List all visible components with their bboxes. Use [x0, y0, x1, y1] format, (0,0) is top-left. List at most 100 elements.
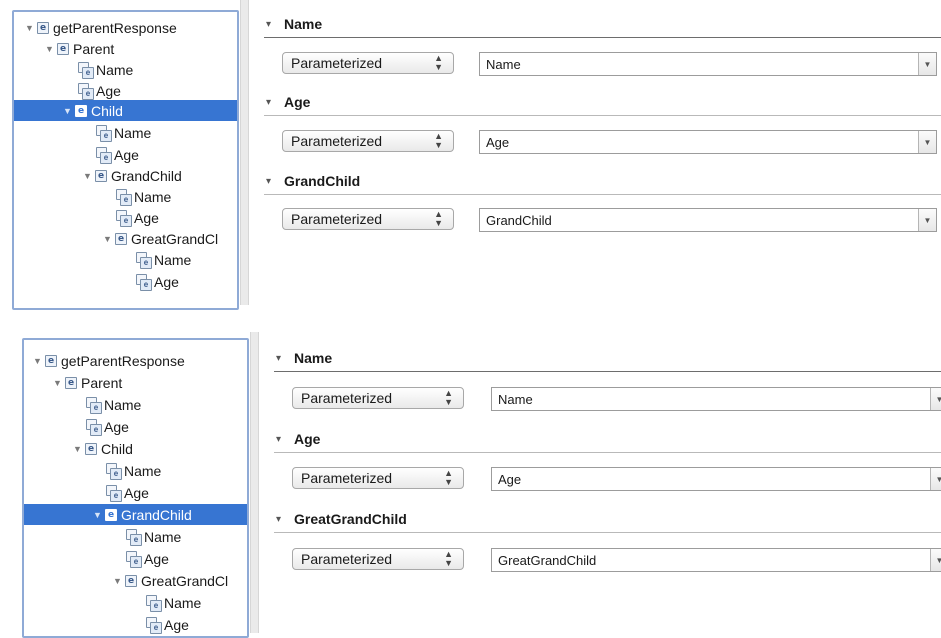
section-header-age[interactable]: ▾ Age: [266, 91, 310, 113]
section-title: Name: [284, 16, 323, 32]
element-icon: e: [65, 376, 77, 389]
tree-node-attribute[interactable]: Name: [24, 394, 247, 415]
disclosure-triangle-icon[interactable]: ▼: [52, 378, 63, 388]
split-pane-divider[interactable]: [240, 0, 249, 305]
tree-node-attribute[interactable]: Name: [14, 186, 237, 207]
tree-node-attribute[interactable]: Age: [24, 548, 247, 569]
value-combo[interactable]: Name ▼: [479, 52, 937, 76]
disclosure-triangle-icon[interactable]: ▼: [92, 510, 103, 520]
disclosure-triangle-icon[interactable]: ▼: [72, 444, 83, 454]
dropdown-arrow-icon[interactable]: ▼: [930, 549, 941, 571]
dropdown-arrow-icon[interactable]: ▼: [918, 131, 936, 153]
tree-node-label: Name: [134, 188, 172, 205]
attribute-icon: [78, 82, 94, 100]
collapse-chevron-icon[interactable]: ▾: [266, 97, 284, 108]
collapse-chevron-icon[interactable]: ▾: [276, 434, 294, 445]
tree-node-element[interactable]: ▼ e GreatGrandCl: [14, 228, 237, 249]
tree-node-element[interactable]: ▼ e Parent: [24, 372, 247, 393]
section-divider: [274, 532, 941, 533]
tree-node-element-selected[interactable]: ▼ e GrandChild: [24, 504, 247, 525]
tree-node-attribute[interactable]: Age: [14, 144, 237, 165]
tree-node-label: Name: [104, 396, 142, 413]
tree-node-element[interactable]: ▼ e getParentResponse: [24, 350, 247, 371]
disclosure-triangle-icon[interactable]: ▼: [102, 234, 113, 244]
value-combo[interactable]: Age ▼: [479, 130, 937, 154]
select-stepper-icon: ▲ ▼: [434, 131, 443, 150]
mode-select[interactable]: Parameterized ▲ ▼: [282, 130, 454, 152]
tree-node-attribute[interactable]: Name: [24, 460, 247, 481]
tree-node-element[interactable]: ▼ e GreatGrandCl: [24, 570, 247, 591]
disclosure-triangle-icon[interactable]: ▼: [62, 106, 73, 116]
attribute-icon: [126, 550, 142, 568]
tree-node-attribute[interactable]: Name: [14, 122, 237, 143]
tree-node-attribute[interactable]: Name: [24, 592, 247, 613]
collapse-chevron-icon[interactable]: ▾: [266, 176, 284, 187]
element-icon: e: [85, 442, 97, 455]
value-combo[interactable]: Age ▼: [491, 467, 941, 491]
mode-select-value: Parameterized: [291, 211, 383, 227]
tree-node-attribute[interactable]: Name: [14, 59, 237, 80]
tree-node-element[interactable]: ▼ e Child: [24, 438, 247, 459]
section-header-name[interactable]: ▾ Name: [266, 13, 322, 35]
tree-node-element-selected[interactable]: ▼ e Child: [14, 100, 237, 121]
section-header-grandchild[interactable]: ▾ GrandChild: [266, 170, 360, 192]
value-combo-text: Age: [486, 134, 510, 150]
tree-node-element[interactable]: ▼ e GrandChild: [14, 165, 237, 186]
tree-node-attribute[interactable]: Age: [24, 482, 247, 503]
tree-node-element[interactable]: ▼ e getParentResponse: [14, 17, 237, 38]
tree-node-label: Age: [134, 209, 159, 226]
attribute-icon: [106, 462, 122, 480]
value-combo[interactable]: GreatGrandChild ▼: [491, 548, 941, 572]
mode-select[interactable]: Parameterized ▲ ▼: [292, 548, 464, 570]
mode-select-value: Parameterized: [291, 133, 383, 149]
mode-select[interactable]: Parameterized ▲ ▼: [282, 52, 454, 74]
select-stepper-icon: ▲ ▼: [444, 468, 453, 487]
section-header-age[interactable]: ▾ Age: [276, 428, 320, 450]
schema-tree[interactable]: ▼ e getParentResponse ▼ e Parent Name Ag…: [12, 10, 239, 310]
mode-select-value: Parameterized: [301, 390, 393, 406]
dropdown-arrow-icon[interactable]: ▼: [918, 53, 936, 75]
tree-node-label: Age: [144, 550, 169, 567]
dropdown-arrow-icon[interactable]: ▼: [930, 468, 941, 490]
split-pane-divider[interactable]: [250, 332, 259, 633]
dropdown-arrow-icon[interactable]: ▼: [918, 209, 936, 231]
value-combo-text: GreatGrandChild: [498, 552, 597, 568]
collapse-chevron-icon[interactable]: ▾: [276, 514, 294, 525]
disclosure-triangle-icon[interactable]: ▼: [44, 44, 55, 54]
collapse-chevron-icon[interactable]: ▾: [276, 353, 294, 364]
tree-node-attribute[interactable]: Age: [24, 416, 247, 437]
tree-node-label: GreatGrandCl: [141, 572, 229, 589]
tree-node-label: Age: [114, 146, 139, 163]
disclosure-triangle-icon[interactable]: ▼: [24, 23, 35, 33]
tree-node-label: Parent: [81, 374, 123, 391]
mode-select[interactable]: Parameterized ▲ ▼: [282, 208, 454, 230]
section-title: Age: [294, 431, 321, 447]
section-header-name[interactable]: ▾ Name: [276, 347, 332, 369]
mode-select-value: Parameterized: [291, 55, 383, 71]
tree-node-label: Age: [164, 616, 189, 633]
tree-node-attribute[interactable]: Age: [24, 614, 247, 635]
mode-select[interactable]: Parameterized ▲ ▼: [292, 467, 464, 489]
tree-node-attribute[interactable]: Age: [14, 207, 237, 228]
tree-node-label: Age: [124, 484, 149, 501]
disclosure-triangle-icon[interactable]: ▼: [82, 171, 93, 181]
attribute-icon: [136, 251, 152, 269]
tree-node-element[interactable]: ▼ e Parent: [14, 38, 237, 59]
collapse-chevron-icon[interactable]: ▾: [266, 19, 284, 30]
mode-select[interactable]: Parameterized ▲ ▼: [292, 387, 464, 409]
attribute-icon: [96, 146, 112, 164]
disclosure-triangle-icon[interactable]: ▼: [32, 356, 43, 366]
tree-node-attribute[interactable]: Age: [14, 80, 237, 101]
schema-tree[interactable]: ▼ e getParentResponse ▼ e Parent Name Ag…: [22, 338, 249, 638]
value-combo[interactable]: GrandChild ▼: [479, 208, 937, 232]
disclosure-triangle-icon[interactable]: ▼: [112, 576, 123, 586]
tree-node-attribute[interactable]: Age: [14, 271, 237, 292]
select-stepper-icon: ▲ ▼: [434, 53, 443, 72]
attribute-icon: [116, 209, 132, 227]
tree-node-attribute[interactable]: Name: [24, 526, 247, 547]
tree-node-label: GrandChild: [111, 167, 182, 184]
section-header-greatgrandchild[interactable]: ▾ GreatGrandChild: [276, 508, 407, 530]
value-combo[interactable]: Name ▼: [491, 387, 941, 411]
dropdown-arrow-icon[interactable]: ▼: [930, 388, 941, 410]
tree-node-attribute[interactable]: Name: [14, 249, 237, 270]
